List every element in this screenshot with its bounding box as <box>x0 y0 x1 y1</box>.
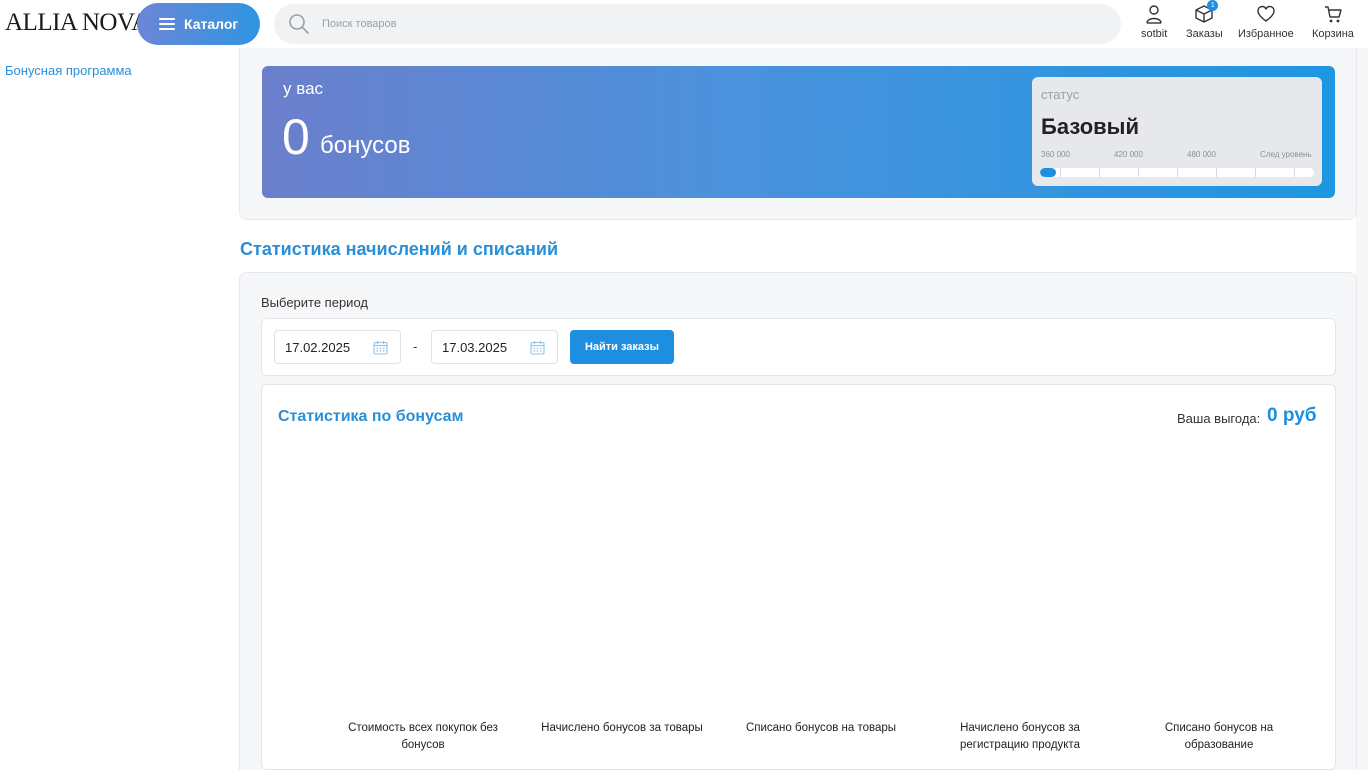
bonus-unit: бонусов <box>320 132 411 159</box>
orders-icon-wrap: 1 <box>1194 0 1219 24</box>
x-category-label: Списано бонусов на товары <box>745 722 897 734</box>
benefit-label: Ваша выгода: <box>1177 411 1261 426</box>
x-category-label: Списано бонусов на образование <box>1164 722 1274 751</box>
bonus-value: 0 <box>282 109 310 165</box>
status-name: Базовый <box>1041 114 1139 139</box>
orders-badge: 1 <box>1207 0 1219 11</box>
x-category-label: Начислено бонусов за регистрацию продукт… <box>960 722 1080 751</box>
bonus-label: у вас <box>283 79 324 98</box>
date-from-value: 17.02.2025 <box>285 339 351 355</box>
page-scrollbar[interactable] <box>1356 48 1368 770</box>
date-separator: - <box>413 339 418 354</box>
header-favorites[interactable]: Избранное <box>1238 4 1294 40</box>
cart-icon <box>1324 6 1342 23</box>
header-orders[interactable]: 1 Заказы <box>1186 0 1223 40</box>
x-category-label: Начислено бонусов за товары <box>541 722 703 734</box>
chart-title: Статистика по бонусам <box>278 408 464 425</box>
header-user[interactable]: sotbit <box>1141 4 1167 40</box>
orders-label: Заказы <box>1186 28 1223 40</box>
chart-plot-area <box>262 440 1335 710</box>
status-progress-bar <box>1040 168 1314 177</box>
level-mark: След уровень <box>1260 150 1312 159</box>
heart-icon <box>1257 5 1275 22</box>
logo[interactable]: ALLIA NOVA <box>5 9 149 37</box>
x-category-label: Стоимость всех покупок без бонусов <box>348 722 498 751</box>
catalog-button[interactable]: Каталог <box>137 3 260 45</box>
search-icon <box>289 14 309 34</box>
calendar-icon[interactable] <box>373 340 388 355</box>
level-mark: 360 000 <box>1041 150 1070 159</box>
status-label: статус <box>1041 87 1080 102</box>
user-label: sotbit <box>1141 28 1168 40</box>
cart-label: Корзина <box>1312 28 1354 40</box>
date-from-input[interactable]: 17.02.2025 <box>274 330 401 364</box>
find-orders-button[interactable]: Найти заказы <box>570 330 674 364</box>
level-mark: 420 000 <box>1114 150 1143 159</box>
period-label: Выберите период <box>261 295 368 310</box>
benefit-value: 0 руб <box>1267 405 1317 426</box>
status-progress-fill <box>1040 168 1056 177</box>
catalog-button-label: Каталог <box>184 16 239 32</box>
level-mark: 480 000 <box>1187 150 1216 159</box>
favorites-label: Избранное <box>1238 28 1294 40</box>
period-filter <box>261 318 1336 376</box>
hamburger-icon <box>159 18 175 30</box>
date-to-input[interactable]: 17.03.2025 <box>431 330 558 364</box>
stats-section-title: Статистика начислений и списаний <box>240 239 559 259</box>
date-to-value: 17.03.2025 <box>442 339 508 355</box>
calendar-icon[interactable] <box>530 340 545 355</box>
site-header: ALLIA NOVA Каталог sotbit 1 Заказы <box>0 0 1368 48</box>
search-input[interactable] <box>322 18 1082 30</box>
user-icon <box>1146 5 1162 24</box>
sidebar-item-bonus-program[interactable]: Бонусная программа <box>5 63 132 78</box>
search-bar[interactable] <box>274 4 1121 44</box>
header-cart[interactable]: Корзина <box>1312 4 1354 40</box>
